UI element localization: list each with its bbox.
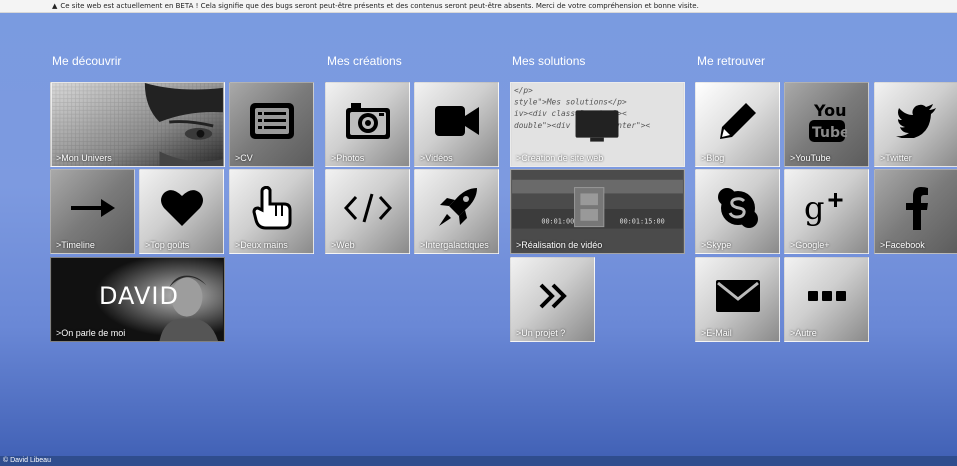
tile-label: >Facebook [880, 240, 925, 250]
tile-mon-univers[interactable]: >Mon Univers [50, 82, 225, 167]
tile-videos[interactable]: >Vidéos [414, 82, 499, 167]
double-chevron-right-icon [539, 283, 567, 309]
beta-notice-text: Ce site web est actuellement en BETA ! C… [60, 2, 699, 10]
tile-label: >YouTube [790, 153, 831, 163]
pencil-icon [719, 103, 756, 139]
tile-autre[interactable]: >Autre [784, 257, 869, 342]
section-title-decouvrir: Me découvrir [52, 54, 122, 68]
tile-label: >Intergalactiques [420, 240, 489, 250]
camera-icon [345, 103, 390, 139]
copyright-text: © David Libeau [3, 457, 51, 464]
beta-notice-bar: ▲ Ce site web est actuellement en BETA ! … [0, 0, 957, 13]
tile-realisation-video[interactable]: 00:01:00:00 00:01:15:00 >Réalisation de … [510, 169, 685, 254]
envelope-icon [715, 280, 760, 312]
more-dots-icon [807, 291, 846, 301]
tile-label: >Google+ [790, 240, 830, 250]
tile-label: >Skype [701, 240, 732, 250]
film-strip-icon [574, 187, 605, 228]
tile-intergalactiques[interactable]: >Intergalactiques [414, 169, 499, 254]
tile-twitter[interactable]: >Twitter [874, 82, 957, 167]
facebook-icon [905, 187, 928, 230]
google-plus-icon: g [804, 189, 842, 227]
video-camera-icon [434, 106, 479, 136]
heart-icon [160, 190, 203, 226]
tile-photos[interactable]: >Photos [325, 82, 410, 167]
tile-label: >Vidéos [420, 153, 453, 163]
code-icon [343, 193, 392, 223]
svg-text:You: You [813, 101, 847, 120]
tile-un-projet[interactable]: >Un projet ? [510, 257, 595, 342]
tile-youtube[interactable]: You Tube >YouTube [784, 82, 869, 167]
tile-label: >Twitter [880, 153, 912, 163]
tile-label: >On parle de moi [56, 328, 126, 338]
tile-googleplus[interactable]: g >Google+ [784, 169, 869, 254]
tile-label: >Top goûts [145, 240, 190, 250]
tile-label: >Photos [331, 153, 365, 163]
svg-text:g: g [804, 189, 824, 227]
tile-label: >Mon Univers [56, 153, 112, 163]
tile-label: >Autre [790, 328, 817, 338]
tile-on-parle-de-moi[interactable]: DAVID >On parle de moi [50, 257, 225, 342]
section-title-creations: Mes créations [327, 54, 402, 68]
tile-timeline[interactable]: >Timeline [50, 169, 135, 254]
tile-top-gouts[interactable]: >Top goûts [139, 169, 224, 254]
section-title-retrouver: Me retrouver [697, 54, 766, 68]
tile-blog[interactable]: >Blog [695, 82, 780, 167]
tile-label: >Création de site web [516, 153, 604, 163]
tile-label: >CV [235, 153, 253, 163]
tile-label: >E-Mail [701, 328, 732, 338]
tile-web[interactable]: >Web [325, 169, 410, 254]
tile-label: >Deux mains [235, 240, 288, 250]
tile-deux-mains[interactable]: >Deux mains [229, 169, 314, 254]
tile-label: >Réalisation de vidéo [516, 240, 603, 250]
tile-label: >Blog [701, 153, 725, 163]
david-title: DAVID [99, 282, 179, 310]
footer-bar: © David Libeau [0, 456, 957, 466]
list-icon [249, 103, 294, 139]
skype-icon [717, 188, 758, 228]
tile-label: >Web [331, 240, 355, 250]
tile-label: >Un projet ? [516, 328, 566, 338]
tile-creation-site-web[interactable]: </p> style">Mes solutions</p> iv><div cl… [510, 82, 685, 167]
tile-label: >Timeline [56, 240, 95, 250]
tile-cv[interactable]: >CV [229, 82, 314, 167]
svg-text:</p>: </p> [514, 86, 533, 95]
warning-icon: ▲ [52, 2, 58, 10]
rocket-icon [438, 188, 477, 226]
tile-email[interactable]: >E-Mail [695, 257, 780, 342]
arrow-right-icon [70, 199, 115, 217]
youtube-icon: You Tube [808, 101, 847, 142]
monitor-icon [575, 110, 619, 142]
svg-text:style">Mes solutions</p>: style">Mes solutions</p> [514, 97, 627, 106]
twitter-bird-icon [895, 104, 936, 138]
svg-text:Tube: Tube [812, 125, 847, 141]
section-title-solutions: Mes solutions [512, 54, 586, 68]
pointing-hand-icon [251, 186, 291, 230]
tile-facebook[interactable]: >Facebook [874, 169, 957, 254]
tile-skype[interactable]: >Skype [695, 169, 780, 254]
svg-text:00:01:15:00: 00:01:15:00 [619, 218, 664, 226]
